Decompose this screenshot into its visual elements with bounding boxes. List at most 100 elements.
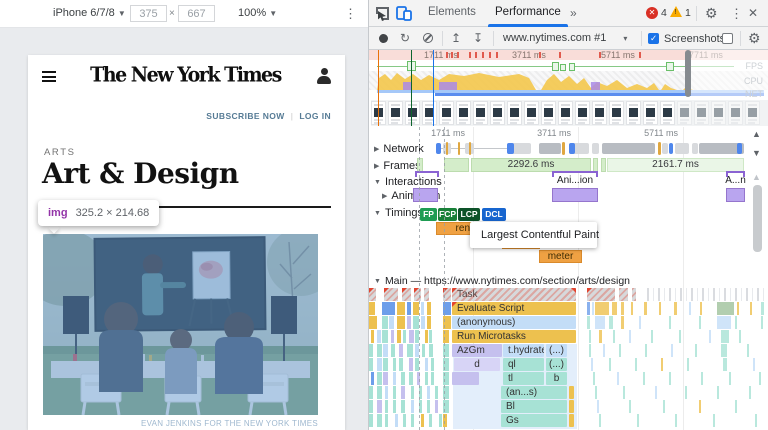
long-task-chip[interactable] xyxy=(424,288,429,301)
long-task-chip[interactable] xyxy=(632,288,636,301)
filmstrip-screenshot[interactable] xyxy=(660,101,675,125)
filmstrip-screenshot[interactable] xyxy=(677,101,692,125)
filmstrip-screenshot[interactable] xyxy=(439,101,454,125)
flame-bar-b[interactable]: b xyxy=(546,372,567,385)
long-task-chip[interactable] xyxy=(402,288,411,301)
warning-icon[interactable]: ! xyxy=(670,6,682,17)
flame-bar-t-hydrate[interactable]: t.hydrate xyxy=(503,344,544,357)
screenshots-checkbox[interactable]: ✓ xyxy=(648,33,659,44)
filmstrip-screenshot[interactable] xyxy=(711,101,726,125)
device-toolbar-icon[interactable] xyxy=(396,5,412,21)
frame-bar[interactable]: 2161.7 ms xyxy=(607,158,744,172)
error-icon[interactable]: ✕ xyxy=(646,7,658,19)
flame-bar[interactable] xyxy=(569,414,574,427)
flame-bar[interactable] xyxy=(452,372,479,385)
filmstrip-screenshot[interactable] xyxy=(490,101,505,125)
filmstrip-screenshot[interactable] xyxy=(643,101,658,125)
frame-bar[interactable] xyxy=(593,158,598,172)
network-request-bar[interactable] xyxy=(602,143,655,154)
network-request-bar[interactable] xyxy=(662,143,668,154)
recording-history-select[interactable]: www.nytimes.com #1 ▾ xyxy=(503,32,627,44)
flame-bar[interactable] xyxy=(569,400,574,413)
filmstrip-screenshot[interactable] xyxy=(694,101,709,125)
network-request-bar[interactable] xyxy=(658,142,661,155)
filmstrip-screenshot[interactable] xyxy=(524,101,539,125)
timing-badge-lcp[interactable]: LCP xyxy=(458,208,480,221)
record-button[interactable] xyxy=(379,34,388,43)
network-request-bar[interactable] xyxy=(669,143,673,154)
save-profile-icon[interactable]: ↧ xyxy=(473,31,483,45)
viewport-width-input[interactable] xyxy=(130,5,167,22)
zoom-selector[interactable]: 100% ▼ xyxy=(238,7,277,19)
filmstrip-screenshot[interactable] xyxy=(558,101,573,125)
frame-bar[interactable] xyxy=(444,158,469,172)
timing-badge-fp[interactable]: FP xyxy=(420,208,437,221)
network-request-bar[interactable] xyxy=(507,143,514,154)
long-task-chip[interactable] xyxy=(369,288,376,301)
flame-bar-evaluate-script[interactable]: Evaluate Script xyxy=(452,302,576,315)
scroll-down-icon[interactable]: ▼ xyxy=(752,148,761,158)
filmstrip-screenshot[interactable] xyxy=(745,101,760,125)
hamburger-menu-icon[interactable] xyxy=(42,71,56,82)
filmstrip-screenshot[interactable] xyxy=(541,101,556,125)
long-task-chip[interactable] xyxy=(384,288,398,301)
panel-divider[interactable] xyxy=(368,0,369,430)
article-image[interactable] xyxy=(43,234,318,415)
main-thread-header[interactable]: ▼ Main — https://www.nytimes.com/section/… xyxy=(374,275,630,287)
flame-bar-tl[interactable]: tl xyxy=(503,372,544,385)
more-tabs-icon[interactable]: » xyxy=(570,6,577,20)
flame-bar--[interactable]: (...) xyxy=(546,344,567,357)
close-devtools-icon[interactable]: ✕ xyxy=(748,6,758,20)
devtools-more-icon[interactable]: ⋮ xyxy=(730,6,743,22)
long-task-chip[interactable] xyxy=(587,288,615,301)
nyt-logo[interactable]: The New York Times xyxy=(58,63,313,87)
network-request-bar[interactable] xyxy=(436,143,441,154)
flame-bar--[interactable]: (...) xyxy=(546,358,567,371)
login-link[interactable]: LOG IN xyxy=(299,111,331,121)
scrollbar-thumb[interactable] xyxy=(753,185,762,252)
flame-bar-run-microtasks[interactable]: Run Microtasks xyxy=(452,330,576,343)
timings-track-toggle[interactable]: ▼ Timings xyxy=(374,207,423,219)
filmstrip-screenshot[interactable] xyxy=(456,101,471,125)
settings-gear-icon[interactable]: ⚙ xyxy=(705,5,718,22)
scroll-up-icon[interactable]: ▲ xyxy=(752,129,761,139)
account-icon[interactable] xyxy=(316,68,332,84)
network-request-bar[interactable] xyxy=(737,143,742,154)
filmstrip-screenshot[interactable] xyxy=(728,101,743,125)
network-request-bar[interactable] xyxy=(458,142,460,155)
flame-bar-gs[interactable]: Gs xyxy=(501,414,567,427)
subscribe-link[interactable]: SUBSCRIBE NOW xyxy=(206,111,284,121)
user-timing-bar[interactable]: meter xyxy=(539,250,582,263)
flame-bar--anonymous-[interactable]: (anonymous) xyxy=(452,316,576,329)
network-request-bar[interactable] xyxy=(692,143,698,154)
interactions-track-toggle[interactable]: ▼ Interactions xyxy=(374,176,442,188)
viewport-height-input[interactable] xyxy=(178,5,215,22)
screenshot-filmstrip[interactable] xyxy=(371,100,768,126)
network-request-bar[interactable] xyxy=(562,142,565,155)
network-track-toggle[interactable]: ▶ Network xyxy=(374,143,424,155)
filmstrip-screenshot[interactable] xyxy=(473,101,488,125)
flame-bar-azgm[interactable]: AzGm xyxy=(452,344,502,357)
memory-checkbox[interactable] xyxy=(722,33,733,44)
filmstrip-screenshot[interactable] xyxy=(609,101,624,125)
capture-settings-gear-icon[interactable]: ⚙ xyxy=(748,30,761,47)
flame-bar-bl[interactable]: Bl xyxy=(501,400,567,413)
frame-bar[interactable]: 2292.6 ms xyxy=(471,158,591,172)
load-profile-icon[interactable]: ↥ xyxy=(451,31,461,45)
network-request-bar[interactable] xyxy=(569,143,575,154)
flame-bar--an-s-[interactable]: (an...s) xyxy=(501,386,567,399)
flame-bar-task[interactable]: Task xyxy=(452,288,576,301)
filmstrip-screenshot[interactable] xyxy=(575,101,590,125)
filmstrip-screenshot[interactable] xyxy=(592,101,607,125)
animation-bar[interactable] xyxy=(552,188,598,202)
network-request-bar[interactable] xyxy=(469,142,471,155)
network-request-bar[interactable] xyxy=(446,142,448,155)
timing-badge-dcl[interactable]: DCL xyxy=(482,208,506,221)
long-task-chip[interactable] xyxy=(619,288,628,301)
flame-bar[interactable] xyxy=(569,386,574,399)
device-toolbar-more-icon[interactable]: ⋮ xyxy=(344,6,357,22)
filmstrip-screenshot[interactable] xyxy=(507,101,522,125)
animation-bar[interactable] xyxy=(726,188,745,202)
animation-bar[interactable] xyxy=(413,188,438,202)
network-request-bar[interactable] xyxy=(675,143,689,154)
